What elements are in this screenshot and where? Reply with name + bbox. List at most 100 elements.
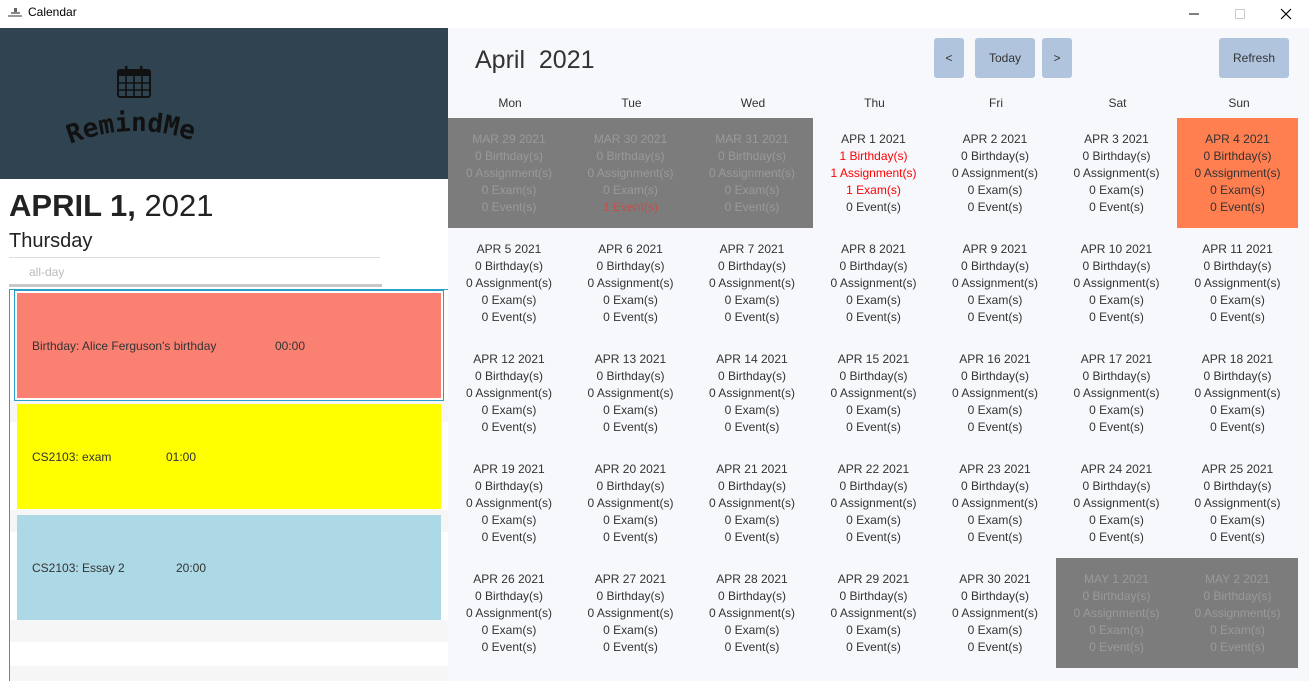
day-exams-count: 0 Exam(s) xyxy=(1210,293,1265,307)
day-cell[interactable]: APR 10 2021 0 Birthday(s) 0 Assignment(s) 0… xyxy=(1056,228,1178,338)
day-events-count: 0 Event(s) xyxy=(603,640,658,654)
day-date: APR 29 2021 xyxy=(837,572,910,586)
day-events-count: 1 Event(s) xyxy=(603,200,658,214)
day-cell[interactable]: MAY 2 2021 0 Birthday(s) 0 Assignment(s) 0 … xyxy=(1177,558,1298,668)
day-cell[interactable]: MAR 29 2021 0 Birthday(s) 0 Assignment(s) 0… xyxy=(448,118,570,228)
day-assignments-count: 0 Assignment(s) xyxy=(951,496,1039,510)
day-event-list[interactable]: Birthday: Alice Ferguson's birthday 00:0… xyxy=(9,289,449,681)
svg-text:RemindMe: RemindMe xyxy=(66,108,199,151)
close-button[interactable] xyxy=(1263,0,1309,28)
previous-month-button[interactable]: < xyxy=(934,38,964,78)
event-item[interactable]: CS2103: Essay 2 20:00 xyxy=(17,515,441,620)
day-birthdays-count: 0 Birthday(s) xyxy=(839,369,908,383)
refresh-button[interactable]: Refresh xyxy=(1219,38,1289,78)
day-birthdays-count: 0 Birthday(s) xyxy=(839,589,908,603)
day-date: MAR 29 2021 xyxy=(472,132,546,146)
day-events-count: 0 Event(s) xyxy=(724,530,780,544)
day-exams-count: 0 Exam(s) xyxy=(481,513,537,527)
day-assignments-count: 1 Assignment(s) xyxy=(830,166,917,180)
day-cell[interactable]: MAR 30 2021 0 Birthday(s) 0 Assignment(s) 0… xyxy=(569,118,692,228)
day-cell[interactable]: APR 14 2021 0 Birthday(s) 0 Assignment(s) 0… xyxy=(691,338,813,448)
today-button[interactable]: Today xyxy=(975,38,1035,78)
day-exams-count: 0 Exam(s) xyxy=(1210,513,1265,527)
day-cell[interactable]: APR 24 2021 0 Birthday(s) 0 Assignment(s) 0… xyxy=(1056,448,1178,558)
day-cell[interactable]: APR 8 2021 0 Birthday(s) 0 Assignment(s) 0 … xyxy=(813,228,935,338)
day-assignments-count: 0 Assignment(s) xyxy=(830,386,917,400)
day-cell[interactable]: APR 11 2021 0 Birthday(s) 0 Assignment(s) 0… xyxy=(1177,228,1298,338)
day-cell[interactable]: APR 18 2021 0 Birthday(s) 0 Assignment(s) 0… xyxy=(1177,338,1298,448)
day-events-count: 0 Event(s) xyxy=(603,420,658,434)
day-events-count: 0 Event(s) xyxy=(1210,420,1265,434)
day-birthdays-count: 0 Birthday(s) xyxy=(474,149,544,163)
day-events-count: 0 Event(s) xyxy=(1210,310,1265,324)
day-cell[interactable]: APR 29 2021 0 Birthday(s) 0 Assignment(s) 0… xyxy=(813,558,935,668)
day-birthdays-count: 0 Birthday(s) xyxy=(960,589,1030,603)
day-cell[interactable]: APR 19 2021 0 Birthday(s) 0 Assignment(s) 0… xyxy=(448,448,570,558)
day-assignments-count: 0 Assignment(s) xyxy=(1194,606,1281,620)
event-name: CS2103: Essay 2 xyxy=(32,560,125,575)
day-assignments-count: 0 Assignment(s) xyxy=(830,496,917,510)
maximize-button[interactable] xyxy=(1217,0,1263,28)
day-exams-count: 0 Exam(s) xyxy=(603,293,658,307)
event-item[interactable]: Birthday: Alice Ferguson's birthday 00:0… xyxy=(14,290,444,401)
day-birthdays-count: 1 Birthday(s) xyxy=(839,149,908,163)
day-cell[interactable]: APR 4 2021 0 Birthday(s) 0 Assignment(s) 0 … xyxy=(1177,118,1298,228)
day-cell[interactable]: APR 30 2021 0 Birthday(s) 0 Assignment(s) 0… xyxy=(934,558,1056,668)
day-cell[interactable]: APR 2 2021 0 Birthday(s) 0 Assignment(s) 0 … xyxy=(934,118,1056,228)
calendar-icon xyxy=(117,66,151,98)
day-cell[interactable]: APR 15 2021 0 Birthday(s) 0 Assignment(s) 0… xyxy=(813,338,935,448)
day-date: APR 26 2021 xyxy=(473,572,545,586)
day-assignments-count: 0 Assignment(s) xyxy=(708,166,796,180)
day-exams-count: 0 Exam(s) xyxy=(481,183,537,197)
day-exams-count: 0 Exam(s) xyxy=(724,403,780,417)
window-title: Calendar xyxy=(28,5,77,19)
weekday-label: Thu xyxy=(864,96,885,110)
day-cell[interactable]: APR 7 2021 0 Birthday(s) 0 Assignment(s) 0 … xyxy=(691,228,813,338)
logo-banner: RemindMe xyxy=(0,28,448,179)
day-cell[interactable]: APR 22 2021 0 Birthday(s) 0 Assignment(s) 0… xyxy=(813,448,935,558)
event-time: 20:00 xyxy=(176,560,207,575)
close-icon xyxy=(1280,8,1292,20)
day-exams-count: 0 Exam(s) xyxy=(967,623,1023,637)
day-date: APR 3 2021 xyxy=(1084,132,1149,146)
weekday-label: Sun xyxy=(1228,96,1250,110)
event-item[interactable]: CS2103: exam 01:00 xyxy=(17,404,441,509)
day-cell[interactable]: APR 20 2021 0 Birthday(s) 0 Assignment(s) 0… xyxy=(570,448,692,558)
day-cell[interactable]: APR 6 2021 0 Birthday(s) 0 Assignment(s) 0 … xyxy=(570,228,692,338)
weekday-label: Wed xyxy=(740,96,766,110)
divider xyxy=(9,257,380,258)
day-cell[interactable]: APR 5 2021 0 Birthday(s) 0 Assignment(s) 0 … xyxy=(448,228,570,338)
day-cell[interactable]: MAY 1 2021 0 Birthday(s) 0 Assignment(s) 0 … xyxy=(1055,558,1178,668)
day-cell[interactable]: MAR 31 2021 0 Birthday(s) 0 Assignment(s) 0… xyxy=(691,118,813,228)
day-exams-count: 0 Exam(s) xyxy=(1089,403,1144,417)
day-events-count: 0 Event(s) xyxy=(967,310,1023,324)
day-birthdays-count: 0 Birthday(s) xyxy=(717,479,787,493)
day-cell[interactable]: APR 3 2021 0 Birthday(s) 0 Assignment(s) 0 … xyxy=(1056,118,1178,228)
minimize-button[interactable] xyxy=(1171,0,1217,28)
day-birthdays-count: 0 Birthday(s) xyxy=(1082,479,1151,493)
day-events-count: 0 Event(s) xyxy=(603,310,658,324)
day-cell[interactable]: APR 16 2021 0 Birthday(s) 0 Assignment(s) 0… xyxy=(934,338,1056,448)
day-cell[interactable]: APR 25 2021 0 Birthday(s) 0 Assignment(s) 0… xyxy=(1177,448,1298,558)
day-cell[interactable]: APR 28 2021 0 Birthday(s) 0 Assignment(s) 0… xyxy=(691,558,813,668)
day-birthdays-count: 0 Birthday(s) xyxy=(474,259,544,273)
day-events-count: 0 Event(s) xyxy=(1089,420,1144,434)
next-month-button[interactable]: > xyxy=(1042,38,1072,78)
day-cell[interactable]: APR 21 2021 0 Birthday(s) 0 Assignment(s) 0… xyxy=(691,448,813,558)
day-events-count: 0 Event(s) xyxy=(724,200,780,214)
day-cell[interactable]: APR 23 2021 0 Birthday(s) 0 Assignment(s) 0… xyxy=(934,448,1056,558)
day-date: MAY 2 2021 xyxy=(1205,572,1270,586)
day-cell[interactable]: APR 17 2021 0 Birthday(s) 0 Assignment(s) 0… xyxy=(1056,338,1178,448)
maximize-icon xyxy=(1235,9,1245,19)
weekday-label: Mon xyxy=(498,96,522,110)
day-cell[interactable]: APR 26 2021 0 Birthday(s) 0 Assignment(s) 0… xyxy=(448,558,570,668)
day-assignments-count: 0 Assignment(s) xyxy=(465,386,553,400)
day-cell[interactable]: APR 27 2021 0 Birthday(s) 0 Assignment(s) 0… xyxy=(570,558,692,668)
day-cell[interactable]: APR 9 2021 0 Birthday(s) 0 Assignment(s) 0 … xyxy=(934,228,1056,338)
day-cell[interactable]: APR 13 2021 0 Birthday(s) 0 Assignment(s) 0… xyxy=(570,338,692,448)
selected-weekday: Thursday xyxy=(9,230,93,252)
day-cell[interactable]: APR 12 2021 0 Birthday(s) 0 Assignment(s) 0… xyxy=(448,338,570,448)
day-date: APR 24 2021 xyxy=(1080,462,1153,476)
day-cell[interactable]: APR 1 2021 1 Birthday(s) 1 Assignment(s) 1 … xyxy=(813,118,935,228)
day-assignments-count: 0 Assignment(s) xyxy=(587,386,674,400)
